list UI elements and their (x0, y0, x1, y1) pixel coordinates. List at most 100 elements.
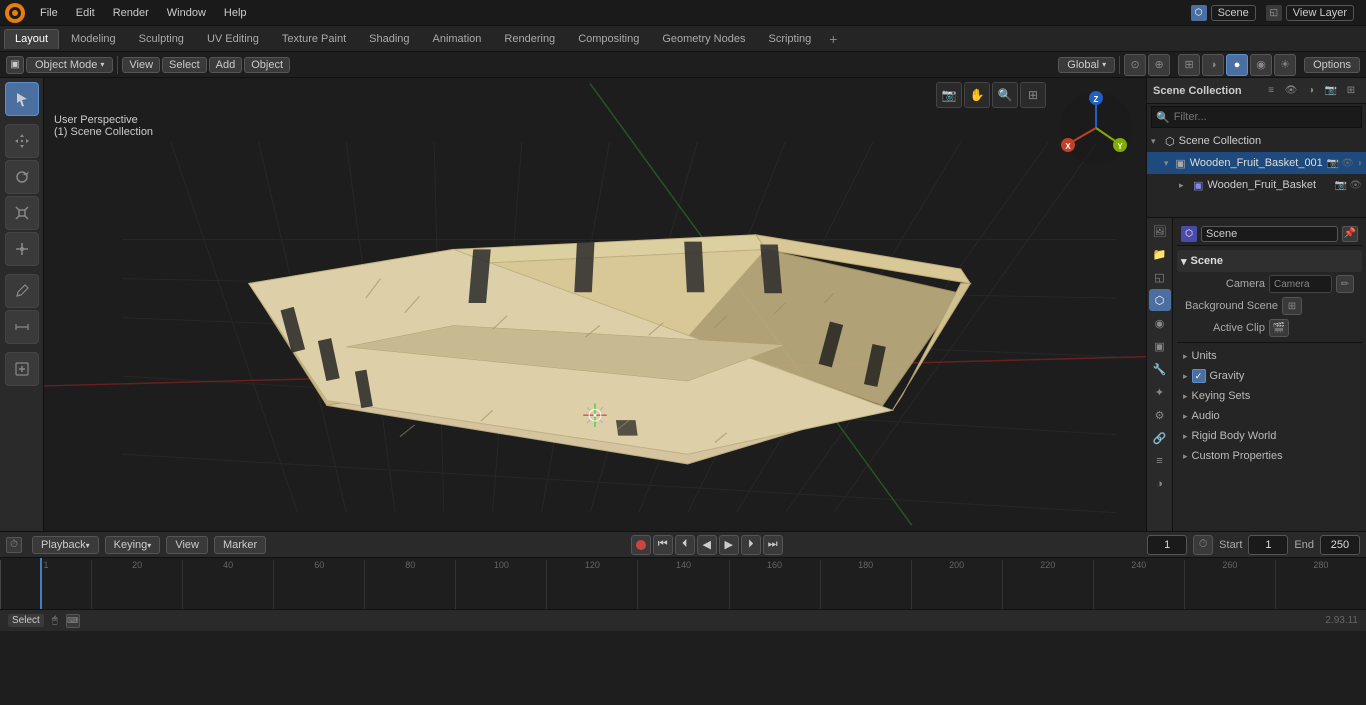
add-object-btn[interactable] (5, 352, 39, 386)
keying-btn[interactable]: Keying▾ (105, 536, 161, 554)
units-collapsible[interactable]: ▸ Units (1177, 346, 1362, 366)
camera-value-field[interactable]: Camera (1269, 275, 1332, 293)
restrict-viewport-icon[interactable]: 👁 (1341, 158, 1354, 169)
render-shade-btn[interactable]: ☀ (1274, 54, 1296, 76)
outliner-eye-btn[interactable]: 👁 (1282, 82, 1300, 100)
prop-object-btn[interactable]: ▣ (1149, 335, 1171, 357)
measure-tool-btn[interactable] (5, 310, 39, 344)
rotate-tool-btn[interactable] (5, 160, 39, 194)
current-frame-display[interactable]: 1 (1147, 535, 1187, 555)
scene-section-header[interactable]: ▾ Scene (1177, 250, 1362, 272)
menu-help[interactable]: Help (216, 5, 255, 21)
select-mode-button[interactable]: ▣ (6, 56, 24, 74)
prop-view-layer-btn[interactable]: ◱ (1149, 266, 1171, 288)
prop-material-btn[interactable]: ◑ (1149, 473, 1171, 495)
keying-sets-collapsible[interactable]: ▸ Keying Sets (1177, 386, 1362, 406)
select-menu[interactable]: Select (162, 57, 207, 73)
record-btn[interactable] (631, 535, 651, 555)
annotate-tool-btn[interactable] (5, 274, 39, 308)
solid-shade-btn[interactable]: ● (1226, 54, 1248, 76)
outliner-filter2-btn[interactable]: ⊞ (1342, 82, 1360, 100)
timeline-view-btn[interactable]: View (166, 536, 208, 554)
timeline-ruler[interactable]: 1 20 40 60 80 100 120 140 160 180 200 22… (0, 558, 1366, 609)
timeline-type-btn[interactable]: ⏱ (6, 537, 22, 553)
navigation-gizmo[interactable]: Z Y X (1056, 88, 1136, 168)
start-frame-input[interactable]: 1 (1248, 535, 1288, 555)
viewport-shading-btn[interactable]: ◑ (1202, 54, 1224, 76)
prop-pin-btn[interactable]: 📌 (1342, 226, 1358, 242)
prop-render-btn[interactable]: 🖼 (1149, 220, 1171, 242)
tab-animation[interactable]: Animation (422, 29, 493, 49)
prop-output-btn[interactable]: 📁 (1149, 243, 1171, 265)
prop-world-btn[interactable]: ◉ (1149, 312, 1171, 334)
prop-physics-btn[interactable]: ⚙ (1149, 404, 1171, 426)
prop-scene-btn[interactable]: ⬡ (1149, 289, 1171, 311)
proportional-edit-btn[interactable]: ⊙ (1124, 54, 1146, 76)
end-frame-input[interactable]: 250 (1320, 535, 1360, 555)
snap-btn[interactable]: ⊕ (1148, 54, 1170, 76)
view-layer-input[interactable]: View Layer (1286, 5, 1354, 21)
outliner-basket-mesh[interactable]: ▸ ▣ Wooden_Fruit_Basket 📷 👁 (1147, 174, 1366, 196)
tab-rendering[interactable]: Rendering (493, 29, 566, 49)
step-back-btn[interactable]: ⏴ (675, 535, 695, 555)
overlay-btn[interactable]: ⊞ (1178, 54, 1200, 76)
prop-modifier-btn[interactable]: 🔧 (1149, 358, 1171, 380)
add-workspace-button[interactable]: + (823, 29, 843, 49)
prop-data-btn[interactable]: ≡ (1149, 450, 1171, 472)
menu-window[interactable]: Window (159, 5, 214, 21)
view-menu[interactable]: View (122, 57, 160, 73)
restrict-render-icon[interactable]: 📷 (1327, 158, 1339, 169)
global-selector[interactable]: Global▾ (1058, 57, 1115, 73)
transform-tool-btn[interactable] (5, 232, 39, 266)
mesh-restrict-icon[interactable]: 📷 (1335, 180, 1347, 191)
active-clip-btn[interactable]: 🎬 (1269, 319, 1289, 337)
scale-tool-btn[interactable] (5, 196, 39, 230)
select-status-btn[interactable]: Select (8, 614, 44, 627)
add-menu[interactable]: Add (209, 57, 243, 73)
tab-layout[interactable]: Layout (4, 29, 59, 49)
tab-texture-paint[interactable]: Texture Paint (271, 29, 357, 49)
custom-props-collapsible[interactable]: ▸ Custom Properties (1177, 446, 1362, 466)
3d-viewport[interactable]: User Perspective (1) Scene Collection (44, 78, 1146, 531)
material-shade-btn[interactable]: ◉ (1250, 54, 1272, 76)
audio-collapsible[interactable]: ▸ Audio (1177, 406, 1362, 426)
menu-file[interactable]: File (32, 5, 66, 21)
tab-compositing[interactable]: Compositing (567, 29, 650, 49)
viewport-grid-btn[interactable]: ⊞ (1020, 82, 1046, 108)
scene-name-input[interactable]: Scene (1211, 5, 1256, 21)
jump-start-btn[interactable]: ⏮ (653, 535, 673, 555)
marker-btn[interactable]: Marker (214, 536, 266, 554)
play-btn[interactable]: ▶ (719, 535, 739, 555)
playback-btn[interactable]: Playback▾ (32, 536, 99, 554)
step-forward-btn[interactable]: ⏵ (741, 535, 761, 555)
mesh-viewport-icon[interactable]: 👁 (1349, 180, 1362, 191)
camera-edit-btn[interactable]: ✏ (1336, 275, 1354, 293)
outliner-search-input[interactable] (1174, 111, 1357, 123)
gravity-collapsible[interactable]: ▸ ✓ Gravity (1177, 366, 1362, 386)
viewport-zoom-btn[interactable]: 🔍 (992, 82, 1018, 108)
tab-sculpting[interactable]: Sculpting (128, 29, 195, 49)
tab-scripting[interactable]: Scripting (757, 29, 822, 49)
fps-btn[interactable]: ⏱ (1193, 535, 1213, 555)
select-tool-btn[interactable] (5, 82, 39, 116)
rigid-body-collapsible[interactable]: ▸ Rigid Body World (1177, 426, 1362, 446)
restrict-select-icon[interactable]: ◑ (1356, 158, 1362, 169)
menu-render[interactable]: Render (105, 5, 157, 21)
tab-uv-editing[interactable]: UV Editing (196, 29, 270, 49)
outliner-scene-collection[interactable]: ▾ ⬡ Scene Collection (1147, 130, 1366, 152)
tab-geometry-nodes[interactable]: Geometry Nodes (651, 29, 756, 49)
viewport-hand-btn[interactable]: ✋ (964, 82, 990, 108)
options-btn[interactable]: Options (1304, 57, 1360, 73)
tab-modeling[interactable]: Modeling (60, 29, 127, 49)
prop-constraints-btn[interactable]: 🔗 (1149, 427, 1171, 449)
prop-particles-btn[interactable]: ✦ (1149, 381, 1171, 403)
object-menu[interactable]: Object (244, 57, 290, 73)
menu-edit[interactable]: Edit (68, 5, 103, 21)
outliner-basket-001[interactable]: ▾ ▣ Wooden_Fruit_Basket_001 📷 👁 ◑ (1147, 152, 1366, 174)
outliner-camera-btn[interactable]: 📷 (1322, 82, 1340, 100)
move-tool-btn[interactable] (5, 124, 39, 158)
tab-shading[interactable]: Shading (358, 29, 420, 49)
jump-end-btn[interactable]: ⏭ (763, 535, 783, 555)
outliner-filter-btn[interactable]: ≡ (1262, 82, 1280, 100)
viewport-camera-btn[interactable]: 📷 (936, 82, 962, 108)
